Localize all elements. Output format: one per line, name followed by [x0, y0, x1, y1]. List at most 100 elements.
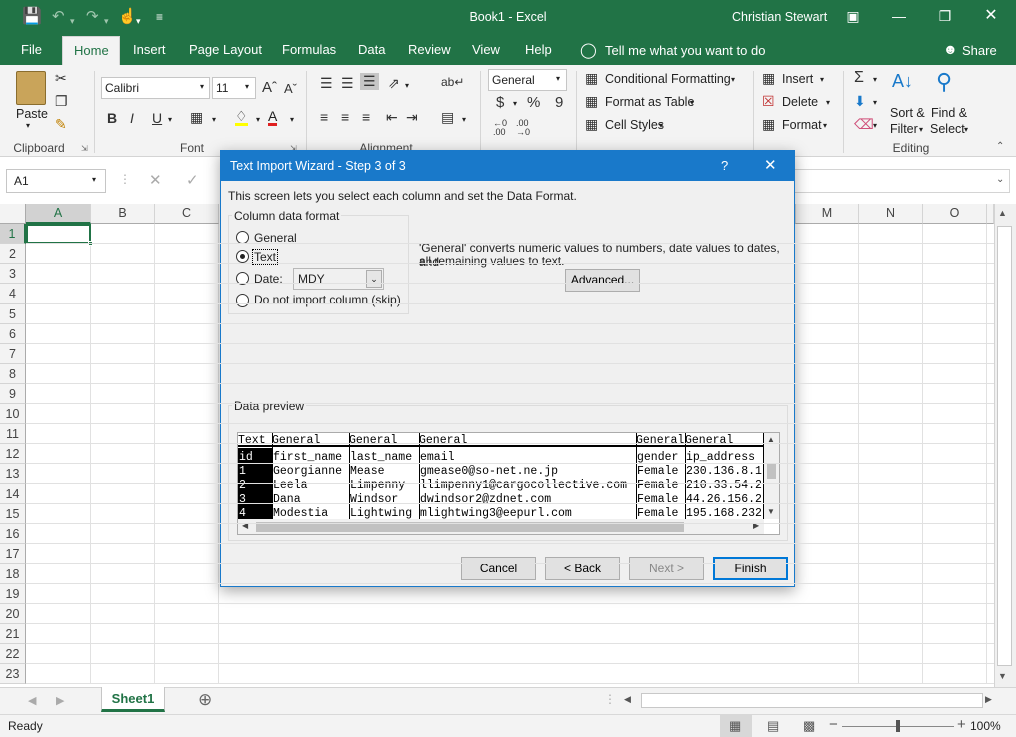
- delete-cells-icon[interactable]: ☒: [762, 93, 775, 110]
- row-header-19[interactable]: 19: [0, 584, 26, 604]
- orientation-icon[interactable]: ⇗: [388, 75, 400, 92]
- cut-icon[interactable]: ✂: [55, 70, 67, 87]
- skip-column-radio-label[interactable]: Do not import column (skip): [254, 293, 401, 307]
- row-header-17[interactable]: 17: [0, 544, 26, 564]
- wrap-text-icon[interactable]: ab↵: [441, 75, 464, 89]
- row-header-1[interactable]: 1: [0, 224, 26, 244]
- row-header-14[interactable]: 14: [0, 484, 26, 504]
- italic-button[interactable]: I: [130, 110, 134, 126]
- fill-dropdown-icon[interactable]: ▾: [873, 98, 877, 107]
- borders-dropdown-icon[interactable]: ▾: [212, 115, 216, 124]
- comma-button[interactable]: 9: [555, 94, 563, 111]
- preview-header-2[interactable]: General: [272, 434, 320, 447]
- vertical-scroll-thumb[interactable]: [997, 226, 1012, 666]
- restore-icon[interactable]: ❐: [922, 0, 968, 32]
- column-header-p[interactable]: [987, 204, 994, 224]
- format-cells-button[interactable]: Format: [782, 118, 822, 132]
- date-format-dropdown-icon[interactable]: ⌄: [366, 270, 382, 288]
- insert-cells-button[interactable]: Insert: [782, 72, 813, 86]
- paste-dropdown-icon[interactable]: ▾: [26, 121, 30, 130]
- decrease-indent-icon[interactable]: ⇤: [386, 109, 398, 126]
- new-sheet-icon[interactable]: ⊕: [198, 690, 212, 710]
- share-button[interactable]: Share: [962, 43, 997, 58]
- row-header-13[interactable]: 13: [0, 464, 26, 484]
- preview-header-6[interactable]: General: [685, 434, 733, 447]
- tab-review[interactable]: Review: [397, 36, 462, 65]
- preview-header-4[interactable]: General: [419, 434, 467, 447]
- sort-filter-label-2[interactable]: Filter: [890, 122, 918, 136]
- customize-qat-icon[interactable]: ≡: [156, 8, 163, 26]
- fill-color-dropdown-icon[interactable]: ▾: [256, 115, 260, 124]
- paste-button[interactable]: Paste: [16, 107, 48, 121]
- orientation-dropdown-icon[interactable]: ▾: [405, 81, 409, 90]
- delete-dropdown-icon[interactable]: ▾: [826, 98, 830, 107]
- currency-dropdown-icon[interactable]: ▾: [513, 99, 517, 108]
- minimize-icon[interactable]: —: [876, 0, 922, 32]
- conditional-dropdown-icon[interactable]: ▾: [731, 75, 735, 84]
- autosum-dropdown-icon[interactable]: ▾: [873, 75, 877, 84]
- format-as-table-icon[interactable]: ▦: [585, 93, 598, 110]
- fill-color-icon[interactable]: ♢: [235, 109, 248, 126]
- row-header-12[interactable]: 12: [0, 444, 26, 464]
- collapse-ribbon-icon[interactable]: ⌃: [996, 141, 1004, 152]
- column-header-a[interactable]: A: [26, 204, 91, 224]
- tab-insert[interactable]: Insert: [122, 36, 177, 65]
- number-format-dropdown-icon[interactable]: ▾: [556, 74, 560, 83]
- row-header-10[interactable]: 10: [0, 404, 26, 424]
- font-size-box[interactable]: 11: [212, 77, 256, 99]
- increase-decimal-icon[interactable]: ←0.00: [493, 119, 507, 137]
- column-header-c[interactable]: C: [155, 204, 219, 224]
- row-header-8[interactable]: 8: [0, 364, 26, 384]
- font-color-dropdown-icon[interactable]: ▾: [290, 115, 294, 124]
- ribbon-display-icon[interactable]: ▣: [830, 0, 876, 32]
- preview-header-5[interactable]: General: [636, 434, 684, 447]
- tab-home[interactable]: Home: [62, 36, 120, 65]
- confirm-entry-icon[interactable]: ✓: [186, 171, 199, 189]
- tab-page-layout[interactable]: Page Layout: [178, 36, 273, 65]
- scroll-left-icon[interactable]: ◀: [624, 694, 631, 705]
- bold-button[interactable]: B: [107, 110, 117, 126]
- top-align-icon[interactable]: ☰: [320, 75, 333, 92]
- decrease-decimal-icon[interactable]: .00 →0: [516, 119, 530, 137]
- clear-icon[interactable]: ⌫: [854, 116, 874, 133]
- align-right-icon[interactable]: ≡: [362, 109, 370, 125]
- dialog-close-icon[interactable]: ✕: [764, 151, 777, 181]
- underline-dropdown-icon[interactable]: ▾: [168, 115, 172, 124]
- borders-icon[interactable]: ▦: [190, 109, 203, 126]
- row-header-3[interactable]: 3: [0, 264, 26, 284]
- merge-center-icon[interactable]: ▤: [441, 109, 454, 126]
- tab-help[interactable]: Help: [514, 36, 563, 65]
- preview-scroll-down-icon[interactable]: ▼: [767, 507, 775, 516]
- tab-file[interactable]: File: [10, 36, 53, 65]
- advanced-button[interactable]: Advanced...: [565, 269, 640, 292]
- expand-formula-bar-icon[interactable]: ⌄: [996, 174, 1004, 185]
- format-dropdown-icon[interactable]: ▾: [823, 121, 827, 130]
- undo-icon[interactable]: ↶: [52, 8, 65, 26]
- row-header-23[interactable]: 23: [0, 664, 26, 684]
- horizontal-scroll-thumb[interactable]: [641, 693, 983, 708]
- finish-button[interactable]: Finish: [713, 557, 788, 580]
- font-color-icon[interactable]: A: [268, 109, 278, 126]
- preview-header-1[interactable]: Text: [238, 434, 266, 447]
- row-header-22[interactable]: 22: [0, 644, 26, 664]
- insert-cells-icon[interactable]: ▦: [762, 70, 775, 87]
- name-box-dropdown-icon[interactable]: ▾: [92, 175, 96, 184]
- next-sheet-icon[interactable]: ▶: [56, 694, 64, 707]
- conditional-formatting-icon[interactable]: ▦: [585, 70, 598, 87]
- sheet-splitter-icon[interactable]: ⋮: [604, 692, 616, 706]
- percent-button[interactable]: %: [527, 94, 540, 111]
- skip-column-radio[interactable]: [236, 294, 249, 307]
- cancel-entry-icon[interactable]: ✕: [149, 171, 162, 189]
- tab-view[interactable]: View: [461, 36, 511, 65]
- sheet-tab-sheet1[interactable]: Sheet1: [101, 687, 165, 712]
- find-select-icon[interactable]: ⚲: [936, 69, 952, 95]
- redo-dropdown-icon[interactable]: ▾: [104, 12, 109, 30]
- delete-cells-button[interactable]: Delete: [782, 95, 818, 109]
- clipboard-launcher-icon[interactable]: ⇲: [81, 144, 88, 153]
- align-center-icon[interactable]: ≡: [341, 109, 349, 125]
- conditional-formatting-button[interactable]: Conditional Formatting: [605, 72, 731, 86]
- merge-dropdown-icon[interactable]: ▾: [462, 115, 466, 124]
- find-dropdown-icon[interactable]: ▾: [964, 125, 968, 134]
- tab-data[interactable]: Data: [347, 36, 396, 65]
- format-painter-icon[interactable]: ✎: [55, 116, 67, 133]
